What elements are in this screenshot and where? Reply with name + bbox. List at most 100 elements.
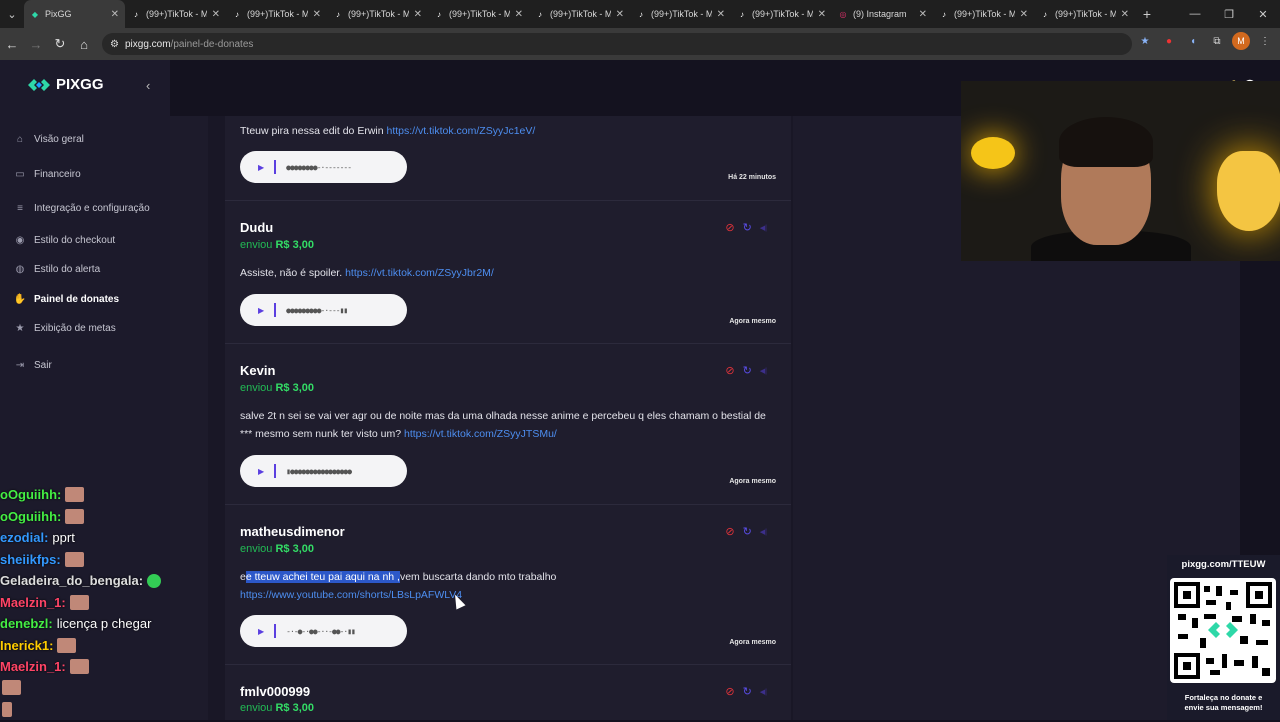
site-info-icon[interactable]: ⚙	[110, 39, 119, 50]
replay-icon[interactable]: ↻	[743, 221, 752, 234]
playhead[interactable]	[274, 160, 277, 174]
play-icon[interactable]: ▶	[258, 163, 264, 172]
mute-icon[interactable]: ◀|	[760, 224, 767, 232]
play-icon[interactable]: ▶	[258, 627, 264, 636]
tab-search-button[interactable]: ⌄	[0, 0, 24, 28]
browser-menu-icon[interactable]: ⋮	[1256, 32, 1274, 50]
home-icon: ⌂	[16, 133, 24, 145]
playhead[interactable]	[274, 303, 277, 317]
sidebar-item-label: Financeiro	[34, 168, 81, 180]
browser-tab[interactable]: ◎ (9) Instagram ✕	[832, 0, 933, 28]
close-tab-icon[interactable]: ✕	[1121, 9, 1129, 20]
close-tab-icon[interactable]: ✕	[111, 9, 119, 20]
browser-tab[interactable]: ♪ (99+)TikTok - M ✕	[125, 0, 226, 28]
chat-emote	[65, 487, 85, 503]
playhead[interactable]	[274, 464, 277, 478]
replay-icon[interactable]: ↻	[743, 364, 752, 377]
sidebar-item[interactable]: ✋ Painel de donates	[14, 293, 119, 305]
chat-message: Maelzin_1:	[0, 592, 180, 614]
sidebar-item[interactable]: ◉ Estilo do checkout	[14, 234, 116, 246]
play-icon[interactable]: ▶	[258, 306, 264, 315]
play-icon[interactable]: ▶	[258, 467, 264, 476]
audio-player[interactable]: ▶ ▮●●●●●●●●●●●●●●●●	[240, 455, 407, 487]
sidebar-item[interactable]: ▭ Financeiro	[14, 168, 81, 180]
extension-audio-icon[interactable]: ◖	[1184, 32, 1202, 50]
sidebar-item[interactable]: ◍ Estilo do alerta	[14, 263, 101, 275]
block-icon[interactable]: ⊘	[725, 685, 734, 698]
browser-tab[interactable]: ♪ (99+)TikTok - M ✕	[630, 0, 731, 28]
close-tab-icon[interactable]: ✕	[414, 9, 422, 20]
brand-logo[interactable]: PIXGG	[28, 76, 104, 93]
close-tab-icon[interactable]: ✕	[818, 9, 826, 20]
close-tab-icon[interactable]: ✕	[515, 9, 523, 20]
qr-code	[1170, 578, 1276, 683]
chat-emote	[69, 594, 89, 610]
replay-icon[interactable]: ↻	[743, 685, 752, 698]
maximize-button[interactable]: ❐	[1212, 0, 1246, 28]
mute-icon[interactable]: ◀|	[760, 688, 767, 696]
sidebar-item[interactable]: ≡ Integração e configuração	[14, 202, 150, 214]
url-bar[interactable]: ⚙ pixgg.com/painel-de-donates	[102, 33, 1132, 55]
chat-username: Maelzin_1:	[0, 659, 66, 675]
lamp-light	[1217, 151, 1280, 231]
chat-emote	[2, 702, 12, 722]
donation-link[interactable]: https://www.youtube.com/shorts/LBsLpAFWL…	[240, 589, 462, 601]
audio-player[interactable]: ▶ ●●●●●●●●-·-------	[240, 151, 407, 183]
extensions-icon[interactable]: ⧉	[1208, 32, 1226, 50]
new-tab-button[interactable]: +	[1135, 6, 1159, 22]
home-button[interactable]: ⌂	[72, 32, 96, 56]
sidebar-item-label: Integração e configuração	[34, 202, 150, 214]
sidebar-item-label: Estilo do alerta	[34, 263, 101, 275]
tab-title: (99+)TikTok - M	[1055, 9, 1116, 19]
browser-tab[interactable]: ♪ (99+)TikTok - M ✕	[428, 0, 529, 28]
donation-card: Dudu enviou R$ 3,00 ⊘ ↻ ◀| Assiste, não …	[225, 201, 791, 344]
block-icon[interactable]: ⊘	[725, 221, 734, 234]
tiktok-icon: ♪	[942, 9, 946, 19]
close-tab-icon[interactable]: ✕	[212, 9, 220, 20]
browser-tab[interactable]: ♪ (99+)TikTok - M ✕	[1034, 0, 1135, 28]
sidebar-item[interactable]: ⌂ Visão geral	[14, 133, 84, 145]
audio-player[interactable]: ▶ ●●●●●●●●●-·---▮▮	[240, 294, 407, 326]
sidebar-item[interactable]: ⇥ Sair	[14, 359, 52, 371]
browser-tab[interactable]: ♪ (99+)TikTok - M ✕	[226, 0, 327, 28]
chat-username: sheiikfps:	[0, 551, 61, 567]
extension-record-icon[interactable]: ●	[1160, 32, 1178, 50]
tab-title: (99+)TikTok - M	[247, 9, 308, 19]
close-tab-icon[interactable]: ✕	[717, 9, 725, 20]
audio-player[interactable]: ▶ -·-●-·●●-··-●●-·▮▮	[240, 615, 407, 647]
close-tab-icon[interactable]: ✕	[919, 9, 927, 20]
donation-message: salve 2t n sei se vai ver agr ou de noit…	[240, 410, 766, 440]
minimize-button[interactable]: —	[1178, 0, 1212, 28]
close-tab-icon[interactable]: ✕	[1020, 9, 1028, 20]
bookmark-star-icon[interactable]: ★	[1136, 32, 1154, 50]
donation-link[interactable]: https://vt.tiktok.com/ZSyyJc1eV/	[387, 125, 536, 137]
browser-tab[interactable]: ◆ PixGG ✕	[24, 0, 125, 28]
tiktok-icon: ♪	[134, 9, 138, 19]
close-tab-icon[interactable]: ✕	[616, 9, 624, 20]
donation-link[interactable]: https://vt.tiktok.com/ZSyyJbr2M/	[345, 267, 494, 279]
reload-button[interactable]: ↻	[48, 32, 72, 56]
donation-actions: ⊘ ↻ ◀|	[725, 525, 767, 538]
palette-icon: ◉	[15, 234, 25, 246]
playhead[interactable]	[274, 624, 277, 638]
url-host: pixgg.com	[124, 38, 171, 50]
back-button[interactable]: ←	[0, 32, 24, 56]
sidebar-item[interactable]: ★ Exibição de metas	[14, 322, 116, 334]
close-window-button[interactable]: ✕	[1246, 0, 1280, 28]
pixgg-logo-icon	[28, 78, 50, 91]
replay-icon[interactable]: ↻	[743, 525, 752, 538]
block-icon[interactable]: ⊘	[725, 525, 734, 538]
browser-tab[interactable]: ♪ (99+)TikTok - M ✕	[529, 0, 630, 28]
donation-link[interactable]: https://vt.tiktok.com/ZSyyJTSMu/	[404, 428, 557, 440]
browser-tab[interactable]: ♪ (99+)TikTok - M ✕	[933, 0, 1034, 28]
profile-avatar[interactable]: M	[1232, 32, 1250, 50]
block-icon[interactable]: ⊘	[725, 364, 734, 377]
mute-icon[interactable]: ◀|	[760, 528, 767, 536]
browser-tab[interactable]: ♪ (99+)TikTok - M ✕	[327, 0, 428, 28]
browser-tab[interactable]: ♪ (99+)TikTok - M ✕	[731, 0, 832, 28]
window-controls: — ❐ ✕	[1178, 0, 1280, 28]
mute-icon[interactable]: ◀|	[760, 367, 767, 375]
collapse-sidebar-button[interactable]: ‹	[146, 78, 150, 93]
forward-button[interactable]: →	[24, 32, 48, 56]
close-tab-icon[interactable]: ✕	[313, 9, 321, 20]
